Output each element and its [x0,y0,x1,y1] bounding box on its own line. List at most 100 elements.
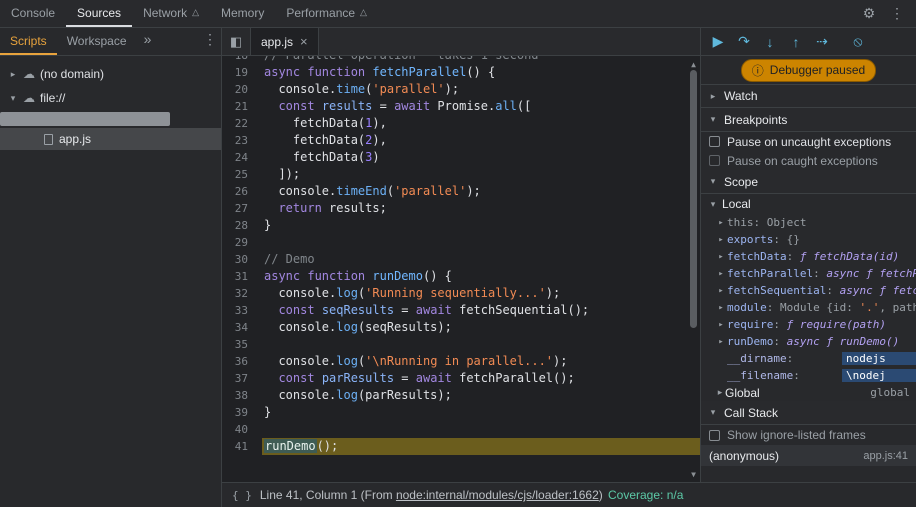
code-token: function [307,269,365,283]
section-call-stack-label: Call Stack [724,406,778,420]
scope-separator: : [773,233,786,246]
top-tab-performance[interactable]: Performance△ [275,0,378,27]
navigator-tab-scripts[interactable]: Scripts [0,28,57,55]
scope-item-require[interactable]: ▸require: ƒ require(path) [701,316,916,333]
code-text: runDemo(); [262,438,700,455]
code-token: () { [466,65,495,79]
line-number[interactable]: 33 [222,302,262,319]
code-token: console. [264,184,336,198]
pretty-print-icon[interactable]: { } [232,489,252,502]
line-number[interactable]: 19 [222,64,262,81]
checkbox[interactable] [709,155,720,166]
sources-navigator: ScriptsWorkspace » ⋮ ▸ ☁ (no domain) ▾ ☁… [0,28,222,507]
editor-tab-bar: ◧ app.js × [222,28,700,56]
toggle-navigator-icon[interactable]: ◧ [222,28,250,55]
scope-item-fetchparallel[interactable]: ▸fetchParallel: async ƒ fetchParallel() [701,265,916,282]
scope-global-row[interactable]: ▸ Global global [701,384,916,401]
scope-local-items: ▸this: Object▸exports: {}▸fetchData: ƒ f… [701,214,916,384]
scope-item-module[interactable]: ▸module: Module {id: '.', path: '.', …} [701,299,916,316]
section-call-stack[interactable]: ▾ Call Stack [701,401,916,425]
triangle-right-icon: ▸ [715,218,727,228]
scope-local-header[interactable]: ▾ Local [701,194,916,214]
line-number[interactable]: 35 [222,336,262,353]
line-number[interactable]: 20 [222,81,262,98]
more-tabs-chevron-icon[interactable]: » [137,28,159,50]
tree-item-app-js-selected[interactable]: app.js [0,128,221,150]
checkbox[interactable] [709,136,720,147]
scope-item-exports[interactable]: ▸exports: {} [701,231,916,248]
scope-item--filename[interactable]: __filename: \nodej [701,367,916,384]
line-number[interactable]: 30 [222,251,262,268]
triangle-right-icon: ▸ [708,91,718,102]
paused-badge-row: ⓘ Debugger paused [701,56,916,84]
line-number[interactable]: 40 [222,421,262,438]
step-icon[interactable]: ⇢ [809,30,835,54]
line-number[interactable]: 27 [222,200,262,217]
scroll-up-icon[interactable]: ▲ [687,58,700,70]
scope-item-this[interactable]: ▸this: Object [701,214,916,231]
line-number[interactable]: 26 [222,183,262,200]
debugger-toolbar: ▶ ↷ ↓ ↑ ⇢ ⦸ [701,28,916,56]
deactivate-breakpoints-icon[interactable]: ⦸ [845,30,871,54]
code-token: timeEnd [336,184,387,198]
line-number[interactable]: 24 [222,149,262,166]
triangle-down-icon: ▾ [708,199,718,210]
top-tabs: ConsoleSourcesNetwork△MemoryPerformance△ [0,0,378,27]
top-tab-console[interactable]: Console [0,0,66,27]
more-options-icon[interactable]: ⋮ [886,3,908,25]
line-number[interactable]: 23 [222,132,262,149]
frame-name: (anonymous) [709,449,779,463]
scroll-down-icon[interactable]: ▼ [687,468,700,480]
code-line: 40 [222,421,700,438]
line-number[interactable]: 32 [222,285,262,302]
scope-item-fetchsequential[interactable]: ▸fetchSequential: async ƒ fetchSequentia… [701,282,916,299]
scope-item--dirname[interactable]: __dirname: nodejs [701,350,916,367]
section-breakpoints[interactable]: ▾ Breakpoints [701,108,916,132]
file-icon [44,134,53,145]
scope-item-fetchdata[interactable]: ▸fetchData: ƒ fetchData(id) [701,248,916,265]
top-tab-network[interactable]: Network△ [132,0,210,27]
code-editor: ◧ app.js × 18// Parallel operation - tak… [222,28,700,482]
scope-variable-value: Module {id: '.', path: '.', …} [780,301,916,314]
line-number[interactable]: 34 [222,319,262,336]
line-number[interactable]: 36 [222,353,262,370]
line-number[interactable]: 18 [222,56,262,64]
loader-source-link[interactable]: node:internal/modules/cjs/loader:1662 [396,488,599,502]
scope-item-rundemo[interactable]: ▸runDemo: async ƒ runDemo() [701,333,916,350]
debugger-paused-badge: ⓘ Debugger paused [741,59,876,82]
scrollbar-thumb[interactable] [690,70,697,328]
step-into-icon[interactable]: ↓ [757,30,783,54]
top-tab-memory[interactable]: Memory [210,0,275,27]
editor-scrollbar[interactable]: ▲ ▼ [687,56,700,482]
tree-item-file-protocol[interactable]: ▾ ☁ file:// [0,86,221,110]
navigator-tab-workspace[interactable]: Workspace [57,28,137,55]
line-number[interactable]: 38 [222,387,262,404]
code-token: ); [546,286,560,300]
code-token [264,99,278,113]
line-number[interactable]: 21 [222,98,262,115]
step-out-icon[interactable]: ↑ [783,30,809,54]
line-number[interactable]: 22 [222,115,262,132]
line-number[interactable]: 29 [222,234,262,251]
call-stack-frame[interactable]: (anonymous)app.js:41 [701,445,916,466]
close-tab-icon[interactable]: × [300,34,308,49]
line-number[interactable]: 41 [222,438,262,455]
code-token: await [394,99,430,113]
line-number[interactable]: 37 [222,370,262,387]
tree-item-no-domain[interactable]: ▸ ☁ (no domain) [0,62,221,86]
section-scope[interactable]: ▾ Scope [701,170,916,194]
line-number[interactable]: 28 [222,217,262,234]
line-number[interactable]: 39 [222,404,262,421]
line-number[interactable]: 25 [222,166,262,183]
editor-tab-app-js[interactable]: app.js × [250,28,319,55]
ignore-listed-checkbox[interactable] [709,430,720,441]
navigator-more-icon[interactable]: ⋮ [199,28,221,50]
top-tab-sources[interactable]: Sources [66,0,132,27]
tree-item-folder-redacted[interactable] [0,112,170,126]
code-line: 33 const seqResults = await fetchSequent… [222,302,700,319]
settings-gear-icon[interactable]: ⚙ [858,3,880,25]
section-watch[interactable]: ▸ Watch [701,84,916,108]
resume-script-icon[interactable]: ▶ [705,30,731,54]
step-over-icon[interactable]: ↷ [731,30,757,54]
line-number[interactable]: 31 [222,268,262,285]
